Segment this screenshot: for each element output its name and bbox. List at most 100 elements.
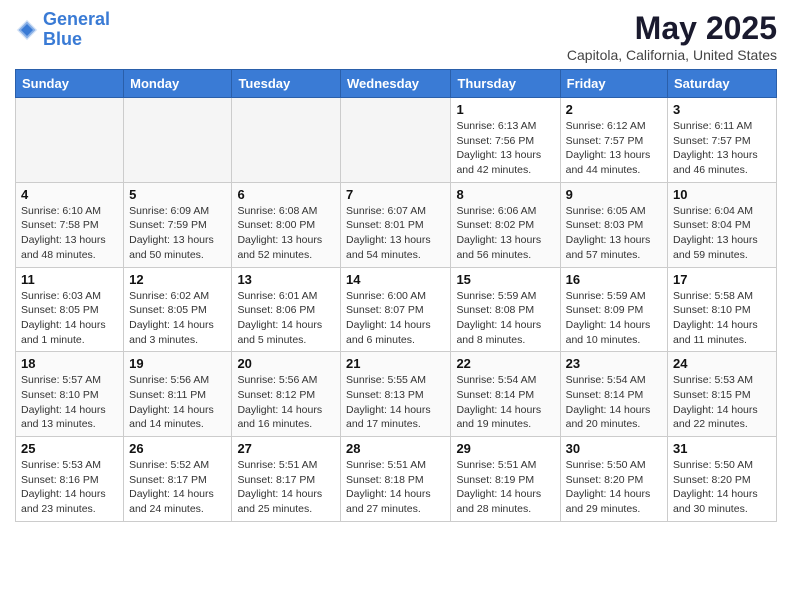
day-info: Sunrise: 6:13 AM Sunset: 7:56 PM Dayligh… [456, 119, 554, 178]
logo-line2: Blue [43, 29, 82, 49]
day-number: 21 [346, 356, 445, 371]
calendar-cell: 28Sunrise: 5:51 AM Sunset: 8:18 PM Dayli… [341, 437, 451, 522]
calendar-cell: 18 Sunrise: 5:57 AM Sunset: 8:10 PM Dayli… [16, 352, 124, 437]
calendar-cell [341, 98, 451, 183]
weekday-tuesday: Tuesday [232, 70, 341, 98]
calendar-cell: 5 Sunrise: 6:09 AM Sunset: 7:59 PM Daylig… [124, 182, 232, 267]
day-info: Sunrise: 5:54 AM Sunset: 8:14 PM Dayligh… [566, 373, 662, 432]
day-number: 24 [673, 356, 771, 371]
calendar-cell: 11Sunrise: 6:03 AM Sunset: 8:05 PM Dayli… [16, 267, 124, 352]
day-number: 16 [566, 272, 662, 287]
day-info: Sunrise: 6:05 AM Sunset: 8:03 PM Dayligh… [566, 204, 662, 263]
day-info: Sunrise: 5:53 AM Sunset: 8:16 PM Dayligh… [21, 458, 118, 517]
calendar-cell: 13Sunrise: 6:01 AM Sunset: 8:06 PM Dayli… [232, 267, 341, 352]
calendar-cell [232, 98, 341, 183]
day-info: Sunrise: 6:04 AM Sunset: 8:04 PM Dayligh… [673, 204, 771, 263]
calendar-cell: 27 Sunrise: 5:51 AM Sunset: 8:17 PM Dayli… [232, 437, 341, 522]
day-number: 23 [566, 356, 662, 371]
day-info: Sunrise: 5:51 AM Sunset: 8:17 PM Dayligh… [237, 458, 335, 517]
week-row-3: 11Sunrise: 6:03 AM Sunset: 8:05 PM Dayli… [16, 267, 777, 352]
logo-icon [15, 18, 39, 42]
day-info: Sunrise: 6:06 AM Sunset: 8:02 PM Dayligh… [456, 204, 554, 263]
calendar: SundayMondayTuesdayWednesdayThursdayFrid… [15, 69, 777, 522]
day-info: Sunrise: 6:08 AM Sunset: 8:00 PM Dayligh… [237, 204, 335, 263]
day-info: Sunrise: 5:50 AM Sunset: 8:20 PM Dayligh… [566, 458, 662, 517]
day-number: 6 [237, 187, 335, 202]
weekday-header-row: SundayMondayTuesdayWednesdayThursdayFrid… [16, 70, 777, 98]
calendar-cell: 26 Sunrise: 5:52 AM Sunset: 8:17 PM Dayli… [124, 437, 232, 522]
day-number: 3 [673, 102, 771, 117]
weekday-saturday: Saturday [668, 70, 777, 98]
calendar-cell: 21 Sunrise: 5:55 AM Sunset: 8:13 PM Dayli… [341, 352, 451, 437]
week-row-1: 1Sunrise: 6:13 AM Sunset: 7:56 PM Daylig… [16, 98, 777, 183]
calendar-cell: 16 Sunrise: 5:59 AM Sunset: 8:09 PM Dayli… [560, 267, 667, 352]
calendar-cell [16, 98, 124, 183]
day-info: Sunrise: 6:03 AM Sunset: 8:05 PM Dayligh… [21, 289, 118, 348]
calendar-cell: 19Sunrise: 5:56 AM Sunset: 8:11 PM Dayli… [124, 352, 232, 437]
day-info: Sunrise: 5:57 AM Sunset: 8:10 PM Dayligh… [21, 373, 118, 432]
calendar-cell: 10 Sunrise: 6:04 AM Sunset: 8:04 PM Dayli… [668, 182, 777, 267]
day-number: 8 [456, 187, 554, 202]
calendar-cell: 30 Sunrise: 5:50 AM Sunset: 8:20 PM Dayli… [560, 437, 667, 522]
day-info: Sunrise: 5:50 AM Sunset: 8:20 PM Dayligh… [673, 458, 771, 517]
day-info: Sunrise: 5:52 AM Sunset: 8:17 PM Dayligh… [129, 458, 226, 517]
day-number: 25 [21, 441, 118, 456]
calendar-cell: 15 Sunrise: 5:59 AM Sunset: 8:08 PM Dayli… [451, 267, 560, 352]
day-info: Sunrise: 5:59 AM Sunset: 8:09 PM Dayligh… [566, 289, 662, 348]
calendar-cell: 22Sunrise: 5:54 AM Sunset: 8:14 PM Dayli… [451, 352, 560, 437]
day-info: Sunrise: 6:11 AM Sunset: 7:57 PM Dayligh… [673, 119, 771, 178]
day-info: Sunrise: 5:59 AM Sunset: 8:08 PM Dayligh… [456, 289, 554, 348]
weekday-monday: Monday [124, 70, 232, 98]
weekday-thursday: Thursday [451, 70, 560, 98]
day-number: 5 [129, 187, 226, 202]
main-title: May 2025 [567, 10, 777, 47]
day-number: 30 [566, 441, 662, 456]
calendar-cell: 9Sunrise: 6:05 AM Sunset: 8:03 PM Daylig… [560, 182, 667, 267]
logo: General Blue [15, 10, 110, 50]
day-number: 29 [456, 441, 554, 456]
day-info: Sunrise: 5:53 AM Sunset: 8:15 PM Dayligh… [673, 373, 771, 432]
calendar-cell: 14 Sunrise: 6:00 AM Sunset: 8:07 PM Dayli… [341, 267, 451, 352]
weekday-wednesday: Wednesday [341, 70, 451, 98]
title-area: May 2025 Capitola, California, United St… [567, 10, 777, 63]
day-info: Sunrise: 6:02 AM Sunset: 8:05 PM Dayligh… [129, 289, 226, 348]
calendar-cell: 20Sunrise: 5:56 AM Sunset: 8:12 PM Dayli… [232, 352, 341, 437]
day-info: Sunrise: 5:56 AM Sunset: 8:11 PM Dayligh… [129, 373, 226, 432]
day-number: 7 [346, 187, 445, 202]
week-row-4: 18 Sunrise: 5:57 AM Sunset: 8:10 PM Dayli… [16, 352, 777, 437]
day-number: 26 [129, 441, 226, 456]
day-number: 31 [673, 441, 771, 456]
weekday-sunday: Sunday [16, 70, 124, 98]
day-info: Sunrise: 6:00 AM Sunset: 8:07 PM Dayligh… [346, 289, 445, 348]
calendar-cell: 8 Sunrise: 6:06 AM Sunset: 8:02 PM Daylig… [451, 182, 560, 267]
day-number: 22 [456, 356, 554, 371]
day-number: 14 [346, 272, 445, 287]
weekday-friday: Friday [560, 70, 667, 98]
calendar-cell: 25 Sunrise: 5:53 AM Sunset: 8:16 PM Dayli… [16, 437, 124, 522]
day-number: 13 [237, 272, 335, 287]
day-number: 2 [566, 102, 662, 117]
header: General Blue May 2025 Capitola, Californ… [15, 10, 777, 63]
day-info: Sunrise: 6:10 AM Sunset: 7:58 PM Dayligh… [21, 204, 118, 263]
calendar-cell: 29 Sunrise: 5:51 AM Sunset: 8:19 PM Dayli… [451, 437, 560, 522]
day-number: 10 [673, 187, 771, 202]
week-row-2: 4Sunrise: 6:10 AM Sunset: 7:58 PM Daylig… [16, 182, 777, 267]
calendar-cell: 2 Sunrise: 6:12 AM Sunset: 7:57 PM Daylig… [560, 98, 667, 183]
day-number: 27 [237, 441, 335, 456]
calendar-cell: 1Sunrise: 6:13 AM Sunset: 7:56 PM Daylig… [451, 98, 560, 183]
day-number: 15 [456, 272, 554, 287]
day-number: 12 [129, 272, 226, 287]
day-info: Sunrise: 6:07 AM Sunset: 8:01 PM Dayligh… [346, 204, 445, 263]
calendar-cell: 12 Sunrise: 6:02 AM Sunset: 8:05 PM Dayli… [124, 267, 232, 352]
subtitle: Capitola, California, United States [567, 47, 777, 63]
day-info: Sunrise: 6:09 AM Sunset: 7:59 PM Dayligh… [129, 204, 226, 263]
day-info: Sunrise: 6:12 AM Sunset: 7:57 PM Dayligh… [566, 119, 662, 178]
calendar-cell: 23 Sunrise: 5:54 AM Sunset: 8:14 PM Dayli… [560, 352, 667, 437]
day-info: Sunrise: 5:55 AM Sunset: 8:13 PM Dayligh… [346, 373, 445, 432]
calendar-cell: 17Sunrise: 5:58 AM Sunset: 8:10 PM Dayli… [668, 267, 777, 352]
day-info: Sunrise: 5:51 AM Sunset: 8:19 PM Dayligh… [456, 458, 554, 517]
week-row-5: 25 Sunrise: 5:53 AM Sunset: 8:16 PM Dayli… [16, 437, 777, 522]
day-info: Sunrise: 5:56 AM Sunset: 8:12 PM Dayligh… [237, 373, 335, 432]
day-number: 18 [21, 356, 118, 371]
calendar-cell: 6 Sunrise: 6:08 AM Sunset: 8:00 PM Daylig… [232, 182, 341, 267]
